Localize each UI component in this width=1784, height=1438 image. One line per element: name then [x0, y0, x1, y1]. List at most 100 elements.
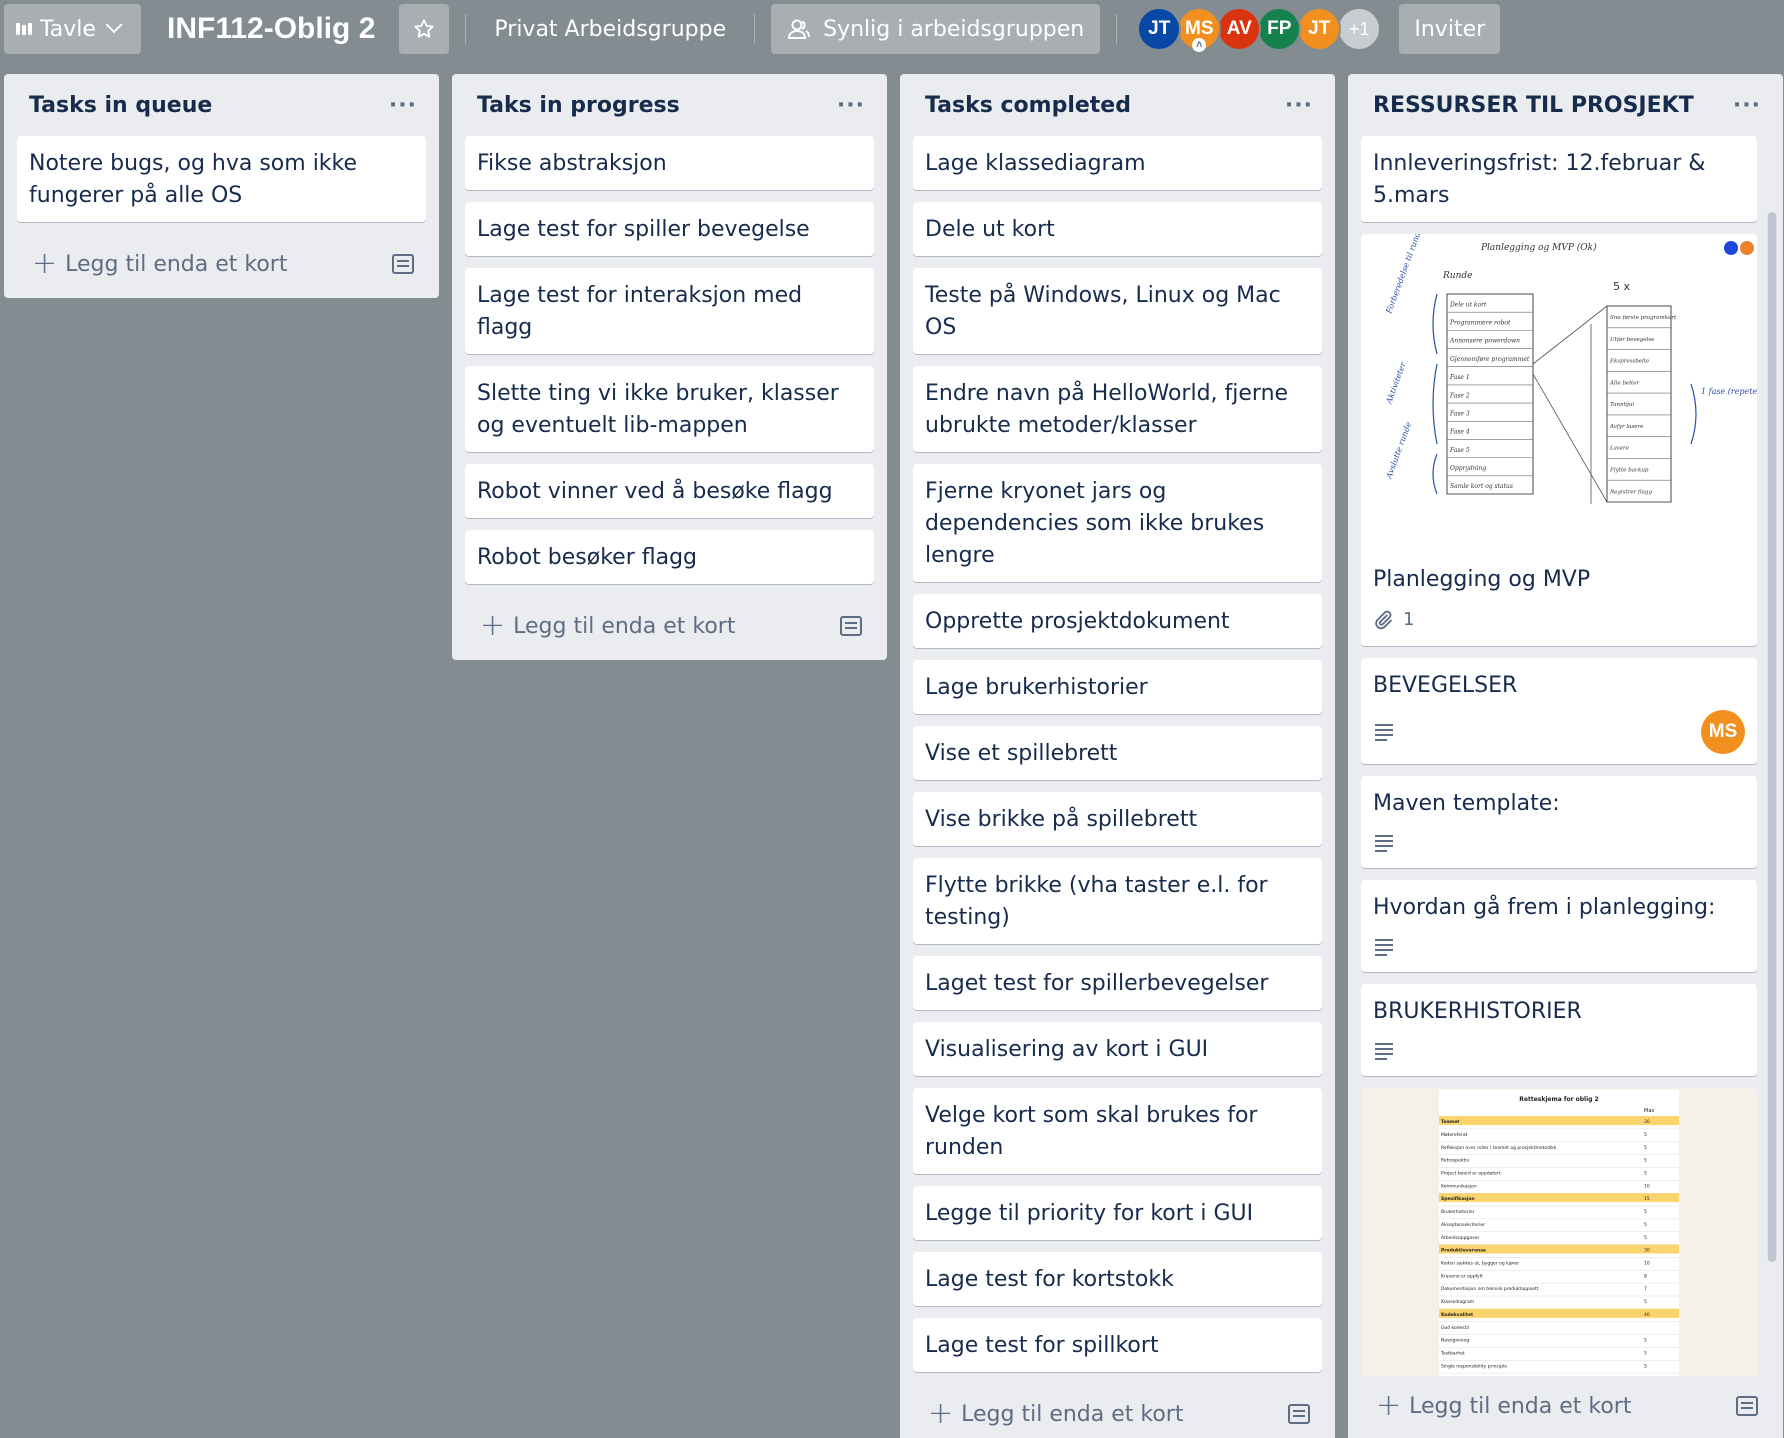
- chevron-down-icon: [105, 16, 123, 34]
- card[interactable]: Fjerne kryonet jars og dependencies som …: [913, 464, 1322, 582]
- card[interactable]: Slette ting vi ikke bruker, klasser og e…: [465, 366, 874, 452]
- card[interactable]: Lage test for interaksjon med flagg: [465, 268, 874, 354]
- card[interactable]: BRUKERHISTORIER: [1361, 984, 1757, 1076]
- sketch-left-item: Fase 1: [1449, 374, 1470, 381]
- card[interactable]: Lage test for spillkort: [913, 1318, 1322, 1372]
- sheet-row-label: Møtereferat: [1441, 1132, 1468, 1138]
- card-title: Hvordan gå frem i planlegging:: [1373, 895, 1716, 920]
- add-card-label: Legg til enda et kort: [65, 251, 288, 277]
- card[interactable]: Notere bugs, og hva som ikke fungerer på…: [17, 136, 426, 222]
- card[interactable]: Lage klassediagram: [913, 136, 1322, 190]
- sheet-row-value: 15: [1644, 1196, 1650, 1202]
- member-avatar[interactable]: FP: [1257, 7, 1302, 51]
- member-initials: JT: [1148, 18, 1171, 39]
- member-avatar[interactable]: JT: [1137, 7, 1182, 51]
- plus-icon: +: [480, 608, 506, 643]
- member-avatar[interactable]: JT: [1297, 7, 1342, 51]
- sheet-row-value: 5: [1644, 1235, 1647, 1241]
- list-scrollbar[interactable]: [1767, 212, 1777, 1262]
- member-avatar[interactable]: AV: [1217, 7, 1262, 51]
- card-badges: [1373, 1036, 1745, 1066]
- board-view-switcher[interactable]: Tavle: [4, 4, 141, 54]
- add-card-button[interactable]: + Legg til enda et kort: [480, 611, 735, 641]
- board-title[interactable]: INF112-Oblig 2: [167, 12, 375, 46]
- card[interactable]: Vise brikke på spillebrett: [913, 792, 1322, 846]
- workspace-button[interactable]: Privat Arbeidsgruppe: [482, 4, 738, 54]
- card-badges: [1373, 932, 1745, 962]
- list-tasks-in-queue: Tasks in queue ··· Notere bugs, og hva s…: [4, 74, 439, 298]
- card-template-icon[interactable]: [840, 616, 862, 636]
- card[interactable]: Dele ut kort: [913, 202, 1322, 256]
- sketch-annotation: Forberedelse til runde: [1384, 234, 1424, 316]
- add-card-label: Legg til enda et kort: [1409, 1393, 1632, 1419]
- sketch-cover-image: Planlegging og MVP (Ok) Runde 5 x Dele ut k…: [1361, 234, 1757, 554]
- sheet-row-value: 5: [1644, 1338, 1647, 1344]
- card[interactable]: Teste på Windows, Linux og Mac OS: [913, 268, 1322, 354]
- sheet-max-label: Max: [1644, 1108, 1654, 1114]
- member-initials: FP: [1267, 18, 1292, 39]
- card[interactable]: Maven template:: [1361, 776, 1757, 868]
- attachment-badge: 1: [1373, 604, 1414, 636]
- card-member-avatar[interactable]: MS: [1701, 710, 1745, 754]
- card-with-cover[interactable]: Planlegging og MVP (Ok) Runde 5 x Dele ut k…: [1361, 234, 1757, 646]
- sheet-row-value: 5: [1644, 1158, 1647, 1164]
- card[interactable]: Visualisering av kort i GUI: [913, 1022, 1322, 1076]
- star-icon: [414, 19, 435, 38]
- sketch-annotation: Aktiviteter: [1384, 360, 1408, 406]
- member-avatar[interactable]: MS ˄: [1177, 7, 1222, 52]
- card[interactable]: Fikse abstraksjon: [465, 136, 874, 190]
- list-title[interactable]: RESSURSER TIL PROSJEKT: [1373, 93, 1694, 118]
- card[interactable]: Innleveringsfrist: 12.februar & 5.mars: [1361, 136, 1757, 222]
- card[interactable]: Hvordan gå frem i planlegging:: [1361, 880, 1757, 972]
- card-with-cover[interactable]: Retteskjema for oblig 2 Max Teamet 30 Møtere…: [1361, 1088, 1757, 1376]
- sheet-row-value: 10: [1644, 1261, 1650, 1267]
- card[interactable]: Robot besøker flagg: [465, 530, 874, 584]
- list-menu-icon[interactable]: ···: [389, 93, 417, 118]
- sketch-annotation: 1 fase (repeteres 5 ganger): [1701, 387, 1757, 396]
- scrollbar-thumb[interactable]: [1768, 212, 1776, 1262]
- card[interactable]: Legge til priority for kort i GUI: [913, 1186, 1322, 1240]
- visibility-button[interactable]: Synlig i arbeidsgruppen: [771, 4, 1101, 54]
- card-template-icon[interactable]: [1736, 1396, 1758, 1416]
- card[interactable]: Vise et spillebrett: [913, 726, 1322, 780]
- header-divider: [754, 14, 756, 44]
- list-menu-icon[interactable]: ···: [837, 93, 865, 118]
- list-title[interactable]: Tasks completed: [925, 93, 1131, 118]
- card-template-icon[interactable]: [392, 254, 414, 274]
- list-menu-icon[interactable]: ···: [1285, 93, 1313, 118]
- sketch-title: Planlegging og MVP (Ok): [1480, 242, 1597, 253]
- card[interactable]: Laget test for spillerbevegelser: [913, 956, 1322, 1010]
- add-card-button[interactable]: + Legg til enda et kort: [1376, 1391, 1631, 1421]
- list-header: Tasks completed ···: [900, 74, 1335, 136]
- sheet-row-label: God kodestil: [1441, 1325, 1469, 1331]
- list-menu-icon[interactable]: ···: [1733, 93, 1761, 118]
- sketch-right-label: 5 x: [1613, 280, 1630, 293]
- header-divider: [1116, 14, 1118, 44]
- card[interactable]: Velge kort som skal brukes for runden: [913, 1088, 1322, 1174]
- add-card-button[interactable]: + Legg til enda et kort: [928, 1399, 1183, 1429]
- list-title[interactable]: Tasks in queue: [29, 93, 212, 118]
- paperclip-icon: [1375, 610, 1392, 630]
- card[interactable]: Endre navn på HelloWorld, fjerne ubrukte…: [913, 366, 1322, 452]
- card[interactable]: Lage test for kortstokk: [913, 1252, 1322, 1306]
- card[interactable]: Opprette prosjektdokument: [913, 594, 1322, 648]
- sheet-row-value: 5: [1644, 1222, 1647, 1228]
- card[interactable]: Robot vinner ved å besøke flagg: [465, 464, 874, 518]
- add-card-button[interactable]: + Legg til enda et kort: [32, 249, 287, 279]
- card-template-icon[interactable]: [1288, 1404, 1310, 1424]
- more-members-button[interactable]: +1: [1337, 7, 1382, 51]
- card[interactable]: Lage brukerhistorier: [913, 660, 1322, 714]
- card[interactable]: Flytte brikke (vha taster e.l. for testi…: [913, 858, 1322, 944]
- card[interactable]: Lage test for spiller bevegelse: [465, 202, 874, 256]
- sketch-right-item: Utfør bevegelse: [1610, 337, 1655, 343]
- invite-button[interactable]: Inviter: [1399, 4, 1501, 54]
- card-title: Innleveringsfrist: 12.februar & 5.mars: [1373, 151, 1706, 208]
- list-title[interactable]: Taks in progress: [477, 93, 680, 118]
- sketch-right-item: Registrer flagg: [1609, 489, 1652, 495]
- card-container: Innleveringsfrist: 12.februar & 5.mars P…: [1348, 136, 1783, 1376]
- sheet-row-label: Brukerhistorier: [1441, 1209, 1475, 1215]
- card[interactable]: BEVEGELSER MS: [1361, 658, 1757, 764]
- sheet-row-label: Kravene er oppfylt: [1441, 1273, 1483, 1279]
- visibility-label: Synlig i arbeidsgruppen: [823, 16, 1085, 42]
- star-button[interactable]: [399, 4, 450, 54]
